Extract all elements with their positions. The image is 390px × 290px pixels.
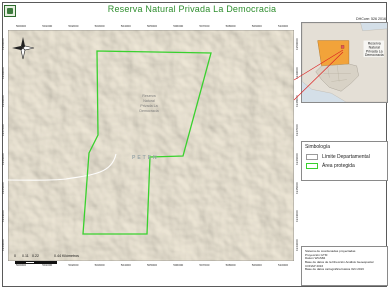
inset-leader-line (293, 49, 344, 81)
legend-item-protected-area: Área protegida (306, 163, 388, 170)
legend-item-label: Límite Departamental (322, 154, 370, 160)
legend-item-label: Área protegida (322, 163, 355, 169)
legend: Simbología Límite Departamental Área pro… (301, 141, 388, 181)
info-line: Base de datos cartográfica básica IGN 20… (305, 267, 364, 271)
inset-leader-line (293, 51, 344, 101)
map-info-box: Sistema de coordenadas proyectadas Proye… (301, 246, 388, 286)
protected-area-swatch (306, 163, 318, 169)
legend-item-department-boundary: Límite Departamental (306, 154, 388, 161)
legend-title: Simbología (305, 144, 331, 150)
map-page: Reserva Natural Privada La Democracia DH… (0, 0, 390, 290)
department-boundary-swatch (306, 154, 318, 160)
